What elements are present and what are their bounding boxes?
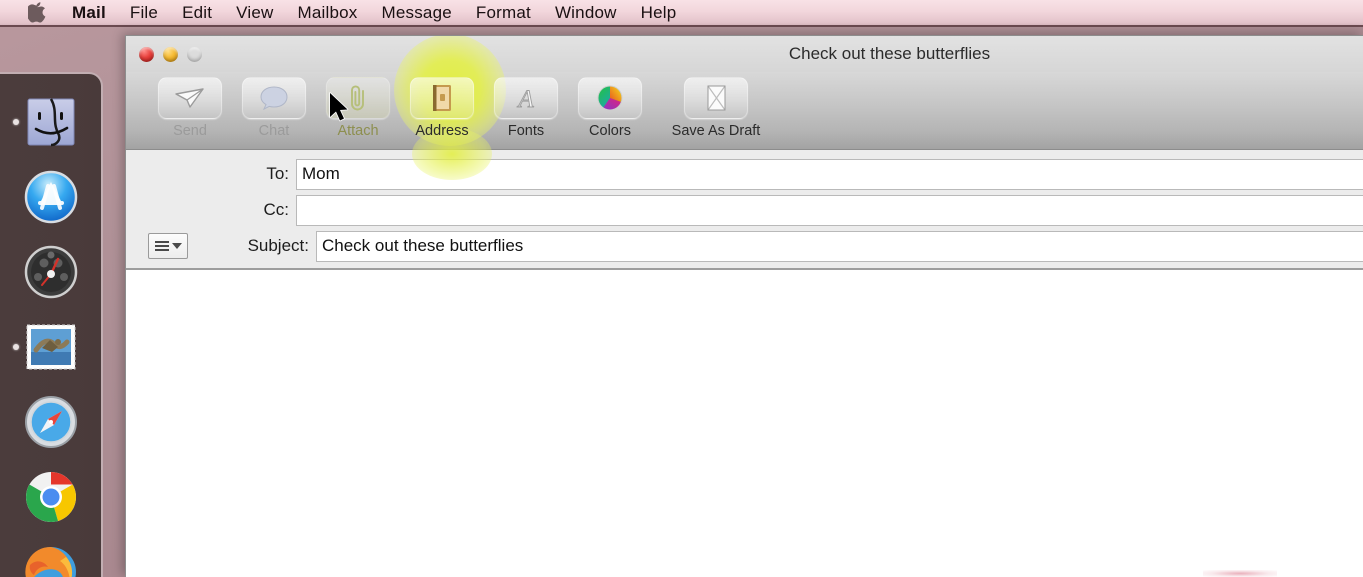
send-button[interactable]: Send	[148, 72, 232, 139]
header-options-icon[interactable]	[148, 233, 188, 259]
menu-item-help[interactable]: Help	[629, 0, 689, 25]
fonts-label: Fonts	[507, 123, 545, 139]
menu-item-format[interactable]: Format	[464, 0, 543, 25]
save-as-draft-label: Save As Draft	[671, 123, 761, 139]
menu-item-message[interactable]: Message	[370, 0, 464, 25]
svg-text:A: A	[516, 86, 534, 113]
chat-label: Chat	[258, 123, 290, 139]
apple-logo-icon[interactable]	[28, 2, 46, 23]
color-wheel-icon	[578, 77, 642, 119]
dashboard-icon	[22, 243, 80, 301]
cc-row: Cc:	[126, 192, 1363, 228]
safari-compass-icon	[22, 393, 80, 451]
colors-label: Colors	[589, 123, 631, 139]
menu-bar: Mail File Edit View Mailbox Message Form…	[0, 0, 1363, 27]
subject-input[interactable]: Check out these butterflies	[316, 230, 1363, 262]
dock-item-finder[interactable]	[0, 84, 101, 159]
dock-item-mail[interactable]	[0, 309, 101, 384]
cc-input[interactable]	[296, 194, 1363, 226]
menu-item-edit[interactable]: Edit	[170, 0, 224, 25]
window-title: Check out these butterflies	[788, 44, 991, 63]
draft-document-icon	[684, 77, 748, 119]
chrome-icon	[22, 468, 80, 526]
dock-item-safari[interactable]	[0, 384, 101, 459]
paperclip-icon	[326, 77, 390, 119]
minimize-button[interactable]	[163, 46, 178, 62]
window-titlebar[interactable]: Check out these butterflies	[126, 36, 1363, 72]
to-row: To: Mom	[126, 156, 1363, 192]
colors-button[interactable]: Colors	[568, 72, 652, 139]
cc-label: Cc:	[263, 200, 290, 219]
subject-row: Subject: Check out these butterflies	[126, 228, 1363, 264]
subject-label: Subject:	[247, 236, 309, 255]
menu-item-mail[interactable]: Mail	[60, 0, 118, 25]
mail-stamp-icon	[22, 318, 80, 376]
dock-item-dashboard[interactable]	[0, 234, 101, 309]
message-body-area[interactable]	[126, 270, 1363, 550]
fonts-button[interactable]: A Fonts	[484, 72, 568, 139]
to-label: To:	[266, 164, 289, 183]
menu-item-view[interactable]: View	[224, 0, 285, 25]
chat-button[interactable]: Chat	[232, 72, 316, 139]
save-as-draft-button[interactable]: Save As Draft	[652, 72, 780, 139]
finder-icon	[22, 93, 80, 151]
zoom-button[interactable]	[187, 47, 202, 62]
address-button[interactable]: Address	[400, 72, 484, 139]
menu-item-file[interactable]: File	[118, 0, 170, 25]
running-indicator-mail	[13, 343, 19, 350]
dock-item-app-store[interactable]	[0, 159, 101, 234]
paper-plane-icon	[158, 77, 222, 119]
running-indicator-finder	[13, 118, 19, 125]
compose-headers: To: Mom Cc: Subject: Check out these but…	[126, 150, 1363, 270]
app-store-icon	[22, 168, 80, 226]
to-input[interactable]: Mom	[296, 158, 1363, 190]
address-label: Address	[415, 123, 469, 139]
close-button[interactable]	[139, 46, 154, 62]
dock-item-firefox[interactable]	[0, 534, 101, 577]
firefox-icon	[22, 543, 80, 577]
menu-item-window[interactable]: Window	[543, 0, 629, 25]
letter-a-icon: A	[494, 77, 558, 119]
attach-button[interactable]: Attach	[316, 72, 400, 139]
desktop-screen: Mail File Edit View Mailbox Message Form…	[0, 0, 1363, 577]
dock-item-chrome[interactable]	[0, 459, 101, 534]
window-controls	[139, 46, 202, 62]
chevron-down-icon	[171, 243, 182, 249]
compose-toolbar: Send Chat Attach Address A Fonts Colors …	[126, 36, 1363, 180]
send-label: Send	[173, 123, 207, 139]
list-lines-icon	[154, 241, 169, 251]
address-book-icon	[410, 77, 474, 119]
speech-bubble-icon	[242, 77, 306, 119]
bottom-artifact	[1203, 570, 1277, 577]
menu-item-mailbox[interactable]: Mailbox	[286, 0, 370, 25]
dock	[0, 72, 103, 577]
mail-compose-window: Check out these butterflies Send Chat At…	[125, 35, 1363, 577]
attach-label: Attach	[337, 123, 379, 139]
